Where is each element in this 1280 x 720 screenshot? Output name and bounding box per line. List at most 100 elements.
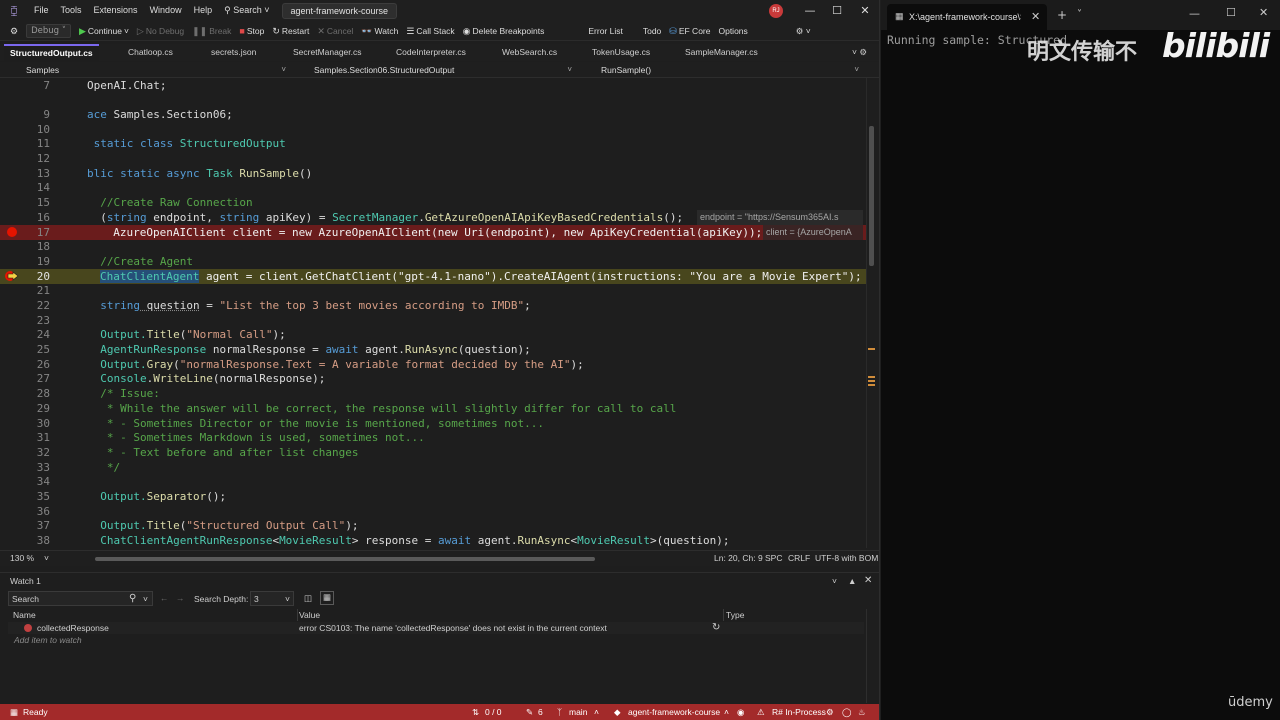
resharper-status[interactable]: R# In-Process [772, 704, 826, 720]
column-header-name[interactable]: Name [8, 609, 298, 621]
options-button[interactable]: Options [714, 21, 751, 41]
tab-overflow-chevron-icon[interactable]: ˅ ⚙ [846, 44, 873, 61]
pin-icon[interactable]: ▲ [848, 576, 856, 586]
watch-search-input[interactable]: Search ⚲ ˅ [8, 591, 153, 606]
line-number: 16 [36, 211, 50, 224]
project-dropdown[interactable]: Samples ˅ [12, 63, 290, 77]
cancel-button[interactable]: ✕ Cancel [313, 21, 357, 41]
add-item-to-watch[interactable]: Add item to watch [14, 635, 82, 645]
search-menu[interactable]: ⚲ Search ˅ [218, 0, 275, 21]
menu-tools[interactable]: Tools [55, 0, 88, 21]
bug-icon[interactable]: ⚙ [826, 704, 834, 720]
member-dropdown[interactable]: RunSample() ˅ [587, 63, 863, 77]
file-encoding[interactable]: UTF-8 with BOM [815, 553, 878, 563]
terminal-tab[interactable]: ▦ X:\agent-framework-course\S ✕ [887, 4, 1047, 30]
inline-value-client[interactable]: client = {AzureOpenA [763, 225, 863, 240]
warning-icon[interactable]: ⚠ [757, 704, 765, 720]
git-branch[interactable]: main [569, 704, 587, 720]
menu-file[interactable]: File [28, 0, 55, 21]
solution-name[interactable]: agent-framework-course [281, 2, 398, 19]
chevron-down-icon[interactable]: ˅ [832, 576, 837, 586]
code-text: Console.WriteLine(normalResponse); [100, 372, 326, 385]
restart-button[interactable]: ↻ Restart [268, 21, 313, 41]
nav-back-icon[interactable]: ⚙ [0, 21, 22, 41]
watch-button[interactable]: 👓 Watch [357, 21, 402, 41]
pencil-icon[interactable]: ✎ [526, 704, 533, 720]
code-comment: */ [87, 461, 121, 474]
minimize-icon[interactable]: — [1189, 7, 1200, 20]
editor-horizontal-scrollbar[interactable] [95, 557, 595, 561]
tab-tokenusage[interactable]: TokenUsage.cs [586, 44, 656, 61]
repository-icon[interactable]: ◆ [614, 704, 621, 720]
editor-vertical-scrollbar[interactable] [866, 78, 876, 548]
repository-name[interactable]: agent-framework-course [628, 704, 720, 720]
chevron-up-icon[interactable]: ˄ [594, 704, 599, 720]
filter-icon[interactable]: ◫ [304, 593, 312, 604]
code-editor[interactable]: 7 OpenAI.Chat; 9 ace Samples.Section06; … [0, 78, 879, 548]
minimize-icon[interactable]: — [795, 0, 825, 21]
menu-extensions[interactable]: Extensions [88, 0, 144, 21]
break-button[interactable]: ❚❚ Break [188, 21, 235, 41]
chevron-down-icon[interactable]: ˅ [1077, 9, 1082, 20]
menu-help[interactable]: Help [188, 0, 219, 21]
close-icon[interactable]: ✕ [864, 575, 872, 586]
close-icon[interactable]: ✕ [850, 0, 879, 21]
search-depth-dropdown[interactable]: 3 ˅ [250, 591, 294, 606]
search-icon[interactable]: ⚲ [129, 593, 136, 604]
type-dropdown[interactable]: Samples.Section06.StructuredOutput ˅ [300, 63, 576, 77]
maximize-icon[interactable]: ☐ [1226, 6, 1236, 19]
inline-value-endpoint[interactable]: endpoint = "https://Sensum365AI.s [697, 210, 863, 225]
sync-arrows-icon[interactable]: ⇅ [472, 704, 479, 720]
selected-text: ChatClientAgent [100, 270, 200, 283]
scrollbar-thumb[interactable] [869, 126, 874, 266]
breakpoint-with-arrow-icon[interactable] [5, 271, 19, 281]
git-changes-count[interactable]: 0 / 0 [485, 704, 502, 720]
branch-icon[interactable]: ᛉ [557, 704, 562, 720]
tab-codeinterpreter[interactable]: CodeInterpreter.cs [390, 44, 472, 61]
chevron-down-icon[interactable]: ˅ [143, 594, 148, 604]
close-icon[interactable]: ✕ [1031, 10, 1040, 23]
search-back-arrow-icon[interactable]: ← [160, 593, 169, 603]
column-header-type[interactable]: Type [721, 609, 864, 621]
zoom-level[interactable]: 130 % [10, 553, 34, 563]
avatar[interactable]: RJ [769, 4, 783, 18]
todo-button[interactable]: Todo [639, 21, 665, 41]
edits-count[interactable]: 6 [538, 704, 543, 720]
search-forward-arrow-icon[interactable]: → [176, 593, 185, 603]
continue-button[interactable]: ▶ Continue ˅ [75, 21, 133, 41]
line-endings[interactable]: CRLF [788, 553, 810, 563]
bell-icon[interactable]: ♨ [858, 704, 866, 720]
tab-websearch[interactable]: WebSearch.cs [496, 44, 563, 61]
tab-secretmanager[interactable]: SecretManager.cs [287, 44, 368, 61]
chevron-down-icon[interactable]: ˅ [44, 553, 49, 563]
ef-core-button[interactable]: ⛁ EF Core [665, 21, 714, 41]
watch-vertical-scrollbar[interactable] [866, 609, 876, 703]
configuration-dropdown[interactable]: Debug ˅ [26, 23, 71, 38]
watch-row-name[interactable]: collectedResponse [37, 623, 109, 633]
stop-button[interactable]: ■ Stop [235, 21, 268, 41]
chevron-up-icon[interactable]: ˄ [724, 704, 729, 720]
no-debug-button[interactable]: ▷ No Debug [133, 21, 188, 41]
view-toggle-icon[interactable]: ▦ [320, 591, 334, 605]
breakpoint-icon[interactable] [7, 227, 17, 237]
new-tab-plus-icon[interactable]: + [1057, 8, 1067, 22]
maximize-icon[interactable]: ☐ [822, 0, 852, 21]
delete-breakpoints-button[interactable]: ◉ Delete Breakpoints [459, 21, 549, 41]
tab-samplemanager[interactable]: SampleManager.cs [679, 44, 764, 61]
caret-position[interactable]: Ln: 20, Ch: 9 [714, 553, 763, 563]
error-list-button[interactable]: Error List [584, 21, 626, 41]
tab-chatloop[interactable]: Chatloop.cs [122, 44, 179, 61]
close-icon[interactable]: ✕ [1259, 6, 1268, 19]
refresh-icon[interactable]: ↻ [712, 622, 720, 633]
column-header-value[interactable]: Value [294, 609, 724, 621]
watch-row[interactable]: collectedResponse error CS0103: The name… [8, 622, 864, 634]
watch-row-value[interactable]: error CS0103: The name 'collectedRespons… [299, 623, 607, 633]
tab-structuredoutput[interactable]: StructuredOutput.cs [4, 44, 99, 61]
call-stack-button[interactable]: ☰ Call Stack [402, 21, 458, 41]
notification-icon[interactable]: ◉ [737, 704, 744, 720]
menu-window[interactable]: Window [144, 0, 188, 21]
whitespace-mode[interactable]: SPC [765, 553, 782, 563]
tab-secrets-json[interactable]: secrets.json [205, 44, 262, 61]
settings-icon[interactable]: ⚙ ˅ [792, 21, 815, 41]
copilot-icon[interactable]: ◯ [842, 704, 852, 720]
